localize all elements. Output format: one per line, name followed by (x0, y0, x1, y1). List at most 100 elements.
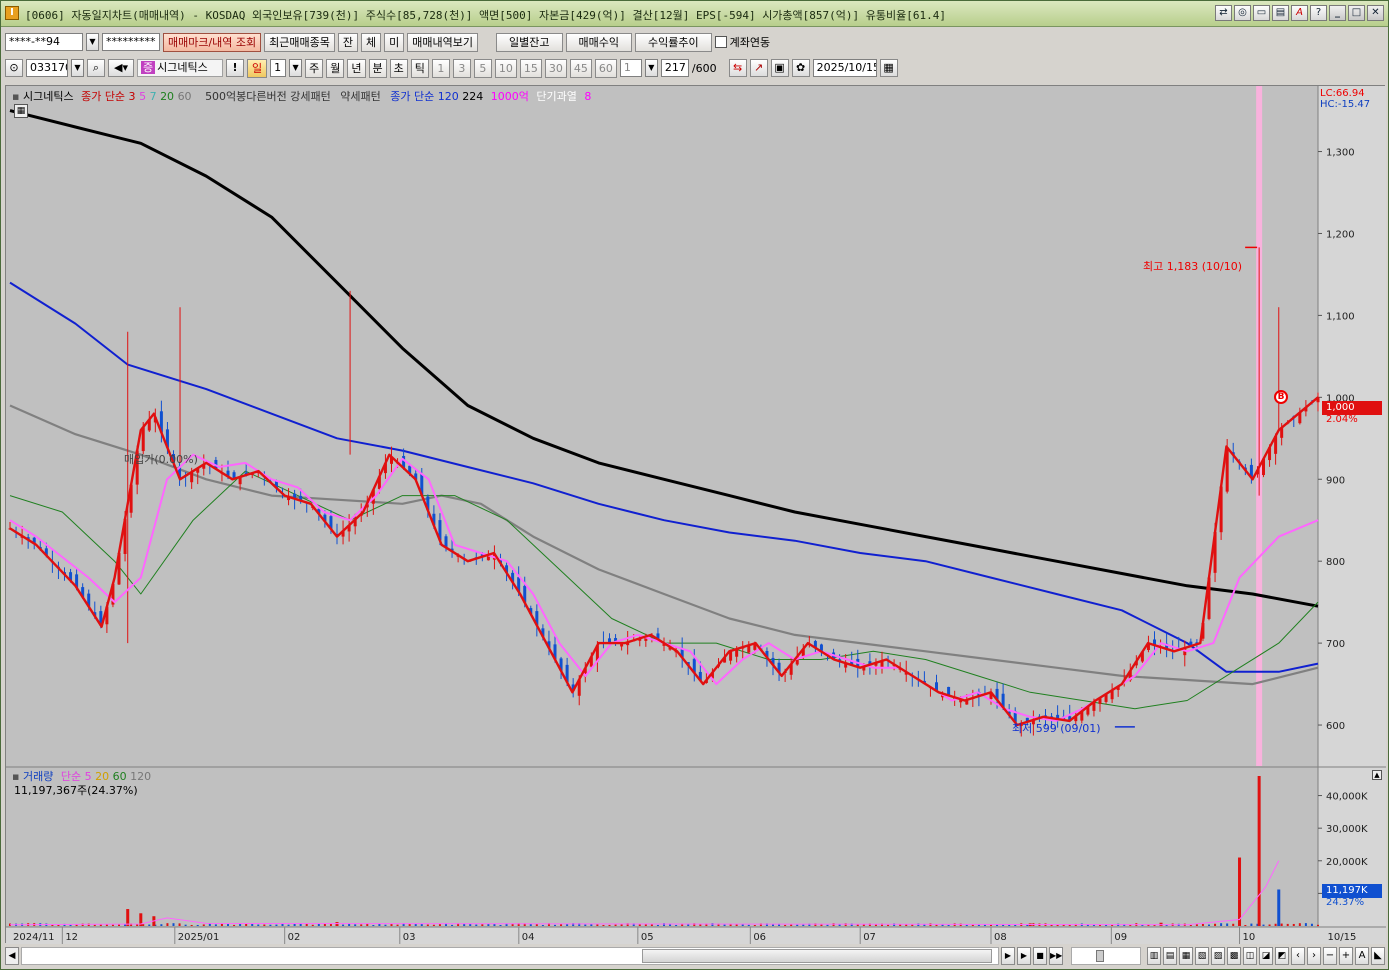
prev-icon[interactable]: ⇆ (728, 59, 747, 77)
volume-bar (178, 923, 181, 926)
interval-30-button[interactable]: 30 (544, 58, 567, 78)
view-icon-8[interactable]: ◪ (1259, 947, 1273, 965)
play-icon[interactable]: ▶ (1017, 947, 1031, 965)
interval-60-button[interactable]: 60 (594, 58, 617, 78)
stop-icon[interactable]: ■ (1033, 947, 1047, 965)
nav-right-icon[interactable]: › (1307, 947, 1321, 965)
interval-10-button[interactable]: 10 (494, 58, 517, 78)
recent-trades-button[interactable]: 최근매매종목 (264, 32, 335, 52)
chart-tool-icon[interactable]: ↗ (749, 59, 768, 77)
period-year-button[interactable]: 년 (347, 58, 366, 78)
view-icon-9[interactable]: ◩ (1275, 947, 1289, 965)
interval-3-button[interactable]: 3 (452, 58, 471, 78)
interval-15-button[interactable]: 15 (519, 58, 542, 78)
time-tick-label: 2024/11 (13, 932, 55, 943)
close-button[interactable]: ✕ (1367, 5, 1384, 21)
alert-icon[interactable]: ! (226, 59, 244, 77)
interval-1-button[interactable]: 1 (431, 58, 450, 78)
volume-bar (475, 924, 478, 926)
legend-ma120: 종가 단순 120 (390, 90, 459, 103)
zoom-in-icon[interactable]: + (1339, 947, 1353, 965)
trade-profit-button[interactable]: 매매수익 (565, 32, 632, 52)
period-second-button[interactable]: 초 (389, 58, 408, 78)
stock-code-field[interactable]: 033170 (26, 59, 68, 77)
volume-bar (1268, 924, 1271, 926)
view-icon-6[interactable]: ▩ (1227, 947, 1241, 965)
scroll-right-icon[interactable]: ▶ (1001, 947, 1015, 965)
executed-button[interactable]: 체 (361, 32, 382, 52)
table-icon[interactable]: ▦ (14, 104, 28, 118)
expand-icon[interactable]: ◣ (1371, 947, 1385, 965)
volume-bar (111, 924, 114, 926)
volume-bar (269, 924, 272, 926)
volume-bar (275, 924, 278, 926)
account-dropdown[interactable]: ▼ (86, 33, 99, 51)
scroll-thumb[interactable] (642, 949, 992, 963)
nav-left-icon[interactable]: ‹ (1291, 947, 1305, 965)
link-icon[interactable]: ⇄ (1215, 5, 1232, 21)
interval-45-button[interactable]: 45 (569, 58, 592, 78)
volume-bar (148, 924, 151, 926)
stock-name-field[interactable]: 증 시그네틱스 (137, 59, 223, 77)
window-icon[interactable]: ▭ (1253, 5, 1270, 21)
volume-spike-bar (126, 909, 130, 926)
speaker-icon[interactable]: ◀▾ (108, 59, 134, 77)
zoom-slider[interactable] (1071, 947, 1141, 965)
scroll-track[interactable] (21, 947, 999, 965)
interval-field[interactable]: 1 (619, 59, 642, 77)
view-icon-1[interactable]: ▥ (1147, 947, 1161, 965)
bottom-scroll-bar[interactable]: ◀ ▶ ▶ ■ ▶▶ ▥ ▤ ▦ ▧ ▨ ▩ ◫ ◪ ◩ ‹ › − + A ◣ (5, 945, 1385, 967)
view-icon-4[interactable]: ▧ (1195, 947, 1209, 965)
stock-code-dropdown[interactable]: ▼ (71, 59, 84, 77)
volume-bar (675, 924, 678, 926)
period-num-field[interactable]: 1 (270, 59, 287, 77)
font-icon[interactable]: A (1291, 5, 1308, 21)
zoom-out-icon[interactable]: − (1323, 947, 1337, 965)
period-minute-button[interactable]: 분 (368, 58, 387, 78)
volume-bar (190, 924, 193, 926)
chart-area[interactable]: 1,300 1,200 1,100 1,000 900 800 700 600 40,000K 3… (5, 85, 1386, 944)
return-trend-button[interactable]: 수익률추이 (634, 32, 712, 52)
interval-5-button[interactable]: 5 (473, 58, 492, 78)
calendar-icon[interactable]: ▦ (879, 59, 898, 77)
interval-dropdown[interactable]: ▼ (644, 59, 658, 77)
stock-chart[interactable]: 1,300 1,200 1,100 1,000 900 800 700 600 40,000K 3… (6, 86, 1386, 944)
save-icon[interactable]: ▣ (770, 59, 789, 77)
period-num-dropdown[interactable]: ▼ (289, 59, 303, 77)
lock-icon[interactable]: ⊙ (5, 59, 23, 77)
volume-bar (118, 924, 120, 926)
buy-marker-icon[interactable]: B (1274, 390, 1288, 404)
mark-query-button[interactable]: 매매마크/내역 조회 (163, 32, 262, 52)
view-icon-5[interactable]: ▨ (1211, 947, 1225, 965)
help-icon[interactable]: ? (1310, 5, 1327, 21)
password-field[interactable]: ********* (102, 33, 160, 51)
window-title: [0606] 자동일지차트(매매내역) - KOSDAQ 외국인보유[739(천… (25, 9, 946, 22)
period-week-button[interactable]: 주 (305, 58, 324, 78)
zoom-slider-thumb[interactable] (1096, 950, 1104, 962)
period-tick-button[interactable]: 틱 (410, 58, 429, 78)
text-tool-icon[interactable]: A (1355, 947, 1369, 965)
count-field[interactable]: 217 (660, 59, 689, 77)
history-button[interactable]: 매매내역보기 (407, 32, 479, 52)
settings-icon[interactable]: ✿ (791, 59, 810, 77)
search-icon[interactable]: ⌕ (87, 59, 105, 77)
period-month-button[interactable]: 월 (326, 58, 345, 78)
period-day-button[interactable]: 일 (247, 58, 268, 78)
account-field[interactable]: ****-**94 (5, 33, 83, 51)
collapse-icon[interactable]: ▲ (1372, 770, 1382, 780)
balance-button[interactable]: 잔 (337, 32, 359, 52)
daily-balance-button[interactable]: 일별잔고 (496, 32, 563, 52)
volume-bar (596, 924, 599, 926)
unfilled-button[interactable]: 미 (384, 32, 405, 52)
view-icon-7[interactable]: ◫ (1243, 947, 1257, 965)
view-icon-2[interactable]: ▤ (1163, 947, 1177, 965)
sync-icon[interactable]: ◎ (1234, 5, 1251, 21)
grid-icon[interactable]: ▤ (1272, 5, 1289, 21)
fast-forward-icon[interactable]: ▶▶ (1049, 947, 1063, 965)
scroll-left-icon[interactable]: ◀ (5, 947, 19, 965)
maximize-button[interactable]: □ (1348, 5, 1365, 21)
view-icon-3[interactable]: ▦ (1179, 947, 1193, 965)
minimize-button[interactable]: _ (1329, 5, 1346, 21)
date-field[interactable]: 2025/10/15 (812, 59, 877, 77)
account-link-checkbox[interactable] (714, 36, 727, 48)
